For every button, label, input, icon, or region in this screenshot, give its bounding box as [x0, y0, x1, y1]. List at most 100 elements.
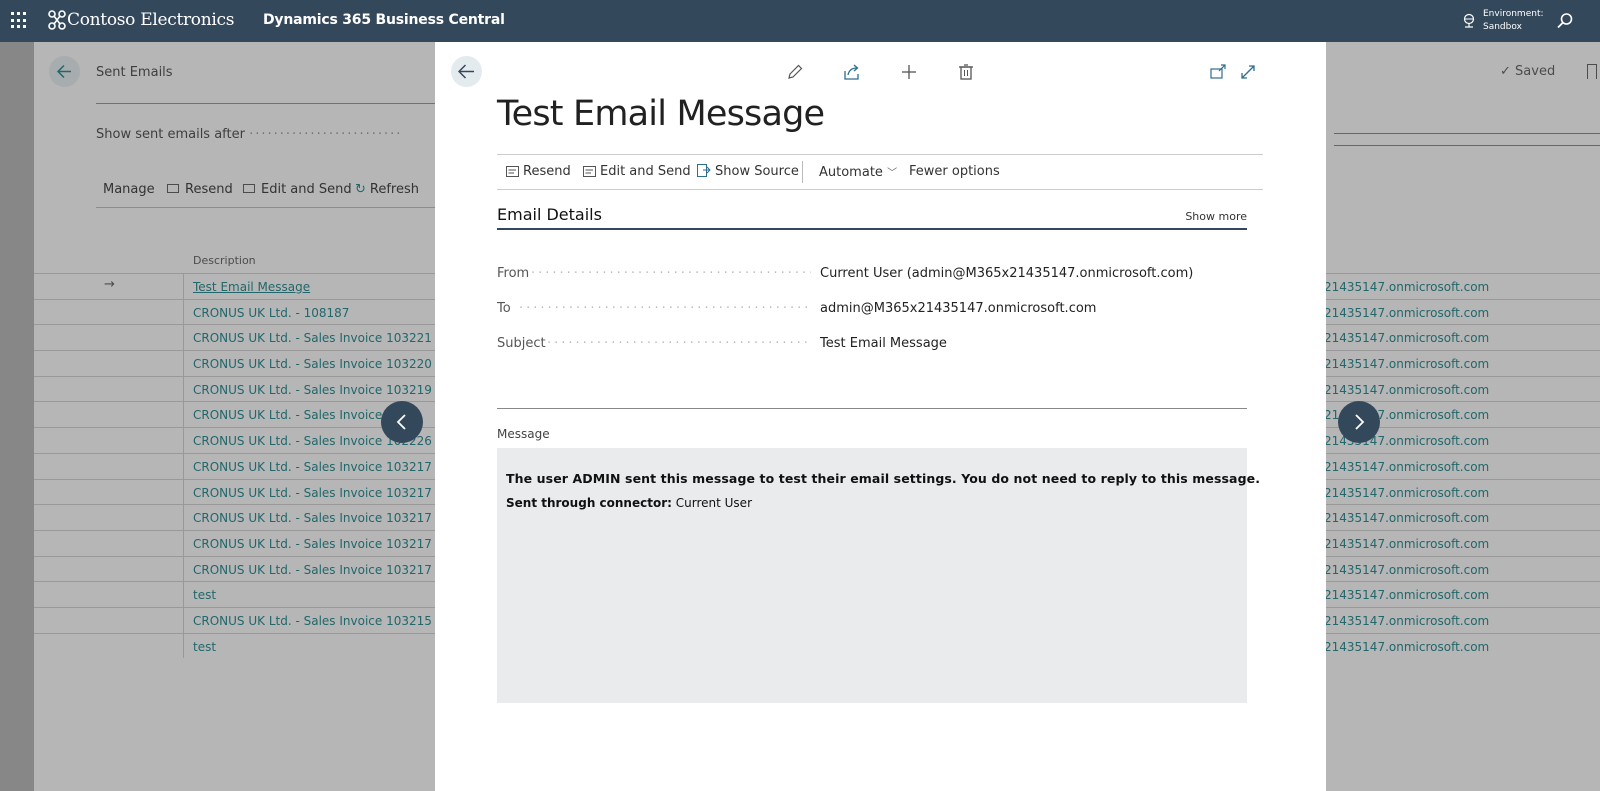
- from-value[interactable]: Current User (admin@M365x21435147.onmicr…: [820, 266, 1193, 281]
- row-description[interactable]: CRONUS UK Ltd. - Sales Invoice 103219: [193, 383, 432, 397]
- row-address[interactable]: 21435147.onmicrosoft.com: [1324, 537, 1489, 551]
- row-description[interactable]: CRONUS UK Ltd. - Sales Invoice 103217: [193, 537, 432, 551]
- row-description[interactable]: CRONUS UK Ltd. - Sales Invoice 103221: [193, 331, 432, 345]
- open-new-window-icon[interactable]: [1209, 63, 1227, 81]
- delete-icon[interactable]: [957, 63, 975, 81]
- resend-button[interactable]: Resend: [506, 164, 571, 179]
- automate-menu[interactable]: Automate ﹀: [819, 164, 897, 180]
- expand-icon[interactable]: [1239, 63, 1257, 81]
- row-divider: [183, 325, 184, 351]
- field-leader: ········································…: [531, 266, 811, 281]
- from-field: From ···································…: [497, 266, 1247, 286]
- search-icon[interactable]: [1556, 12, 1574, 30]
- environment-indicator[interactable]: Environment: Sandbox: [1483, 8, 1544, 34]
- row-address[interactable]: 21435147.onmicrosoft.com: [1324, 460, 1489, 474]
- previous-record-button[interactable]: [381, 401, 423, 443]
- next-record-button[interactable]: [1338, 401, 1380, 443]
- row-divider: [183, 556, 184, 582]
- row-description[interactable]: CRONUS UK Ltd. - Sales Invoice 103217: [193, 460, 432, 474]
- bg-field-line: [1334, 145, 1600, 146]
- row-address[interactable]: 21435147.onmicrosoft.com: [1324, 331, 1489, 345]
- row-description[interactable]: test: [193, 588, 216, 602]
- bg-filter-label: Show sent emails after: [96, 127, 245, 142]
- row-address[interactable]: 21435147.onmicrosoft.com: [1324, 614, 1489, 628]
- bookmark-icon[interactable]: [1587, 64, 1597, 79]
- to-field: To ·····································…: [497, 301, 1247, 321]
- row-address[interactable]: 21435147.onmicrosoft.com: [1324, 357, 1489, 371]
- row-description[interactable]: test: [193, 640, 216, 654]
- bg-action-refresh[interactable]: ↻ Refresh: [355, 182, 419, 197]
- to-label: To: [497, 301, 511, 316]
- row-description[interactable]: CRONUS UK Ltd. - Sales Invoice 1: [193, 408, 394, 422]
- back-button[interactable]: [451, 56, 482, 87]
- new-icon[interactable]: [900, 63, 918, 81]
- chevron-left-icon: [396, 414, 406, 430]
- show-source-button[interactable]: Show Source: [697, 164, 799, 179]
- row-description[interactable]: CRONUS UK Ltd. - Sales Invoice 103217: [193, 486, 432, 500]
- to-value[interactable]: admin@M365x21435147.onmicrosoft.com: [820, 301, 1096, 316]
- row-address[interactable]: 21435147.onmicrosoft.com: [1324, 511, 1489, 525]
- row-description[interactable]: Test Email Message: [193, 280, 310, 294]
- bg-action-manage[interactable]: Manage: [103, 182, 155, 197]
- app-launcher-icon[interactable]: [11, 12, 28, 29]
- chevron-right-icon: [1355, 414, 1365, 430]
- message-body[interactable]: The user ADMIN sent this message to test…: [497, 448, 1260, 703]
- subject-field: Subject ································…: [497, 336, 1247, 356]
- edit-send-icon: [243, 184, 255, 193]
- row-description[interactable]: CRONUS UK Ltd. - Sales Invoice 103217: [193, 511, 432, 525]
- row-description[interactable]: CRONUS UK Ltd. - 108187: [193, 306, 349, 320]
- row-description[interactable]: CRONUS UK Ltd. - Sales Invoice 103215: [193, 614, 432, 628]
- brand-name[interactable]: Contoso Electronics: [67, 10, 234, 30]
- bg-action-edit-send[interactable]: Edit and Send: [243, 182, 352, 197]
- row-divider: [183, 402, 184, 428]
- action-separator: [802, 161, 803, 183]
- back-arrow-icon: [458, 64, 474, 79]
- email-details-section: Email Details Show more: [497, 202, 1247, 230]
- column-header-description[interactable]: Description: [193, 254, 256, 267]
- row-address[interactable]: 21435147.onmicrosoft.com: [1324, 280, 1489, 294]
- field-leader: ········································…: [547, 336, 811, 351]
- connector-label: Sent through connector:: [506, 496, 672, 510]
- bg-action-bar: Manage Resend Edit and Send ↻ Refresh: [96, 178, 436, 208]
- row-address[interactable]: 21435147.onmicrosoft.com: [1324, 306, 1489, 320]
- subject-value[interactable]: Test Email Message: [820, 336, 947, 351]
- bg-field-line: [1334, 133, 1600, 134]
- message-label: Message: [497, 427, 550, 441]
- contoso-logo-icon: [48, 10, 66, 30]
- action-bar: Resend Edit and Send Show Source Automat…: [497, 154, 1263, 190]
- bg-divider: [96, 103, 436, 104]
- edit-icon[interactable]: [786, 63, 804, 81]
- row-address[interactable]: 21435147.onmicrosoft.com: [1324, 486, 1489, 500]
- resend-icon: [506, 166, 519, 177]
- row-divider: [183, 530, 184, 556]
- row-address[interactable]: 21435147.onmicrosoft.com: [1324, 588, 1489, 602]
- share-icon[interactable]: [843, 63, 861, 81]
- row-divider: [183, 505, 184, 530]
- edit-and-send-button[interactable]: Edit and Send: [583, 164, 691, 179]
- row-divider: [183, 479, 184, 505]
- connector-line: Sent through connector: Current User: [506, 496, 752, 510]
- bg-back-button[interactable]: [49, 56, 80, 87]
- subject-label: Subject: [497, 336, 546, 351]
- row-address[interactable]: 21435147.onmicrosoft.com: [1324, 383, 1489, 397]
- bg-action-resend[interactable]: Resend: [167, 182, 233, 197]
- row-divider: [183, 428, 184, 453]
- row-description[interactable]: CRONUS UK Ltd. - Sales Invoice 103220: [193, 357, 432, 371]
- section-title[interactable]: Email Details: [497, 205, 602, 224]
- from-label: From: [497, 266, 530, 281]
- bg-filter-field[interactable]: Show sent emails after ·················…: [96, 127, 402, 142]
- row-divider: [183, 582, 184, 607]
- row-address[interactable]: 21435147.onmicrosoft.com: [1324, 563, 1489, 577]
- email-card: Test Email Message Resend Edit and Send …: [435, 42, 1326, 791]
- show-more-link[interactable]: Show more: [1185, 210, 1247, 223]
- environment-icon: [1463, 13, 1475, 28]
- fewer-options-button[interactable]: Fewer options: [909, 164, 1000, 179]
- environment-label: Environment:: [1483, 9, 1544, 19]
- row-address[interactable]: 21435147.onmicrosoft.com: [1324, 640, 1489, 654]
- bg-filter-leader: ·························: [249, 127, 403, 142]
- row-divider: [183, 376, 184, 402]
- resend-icon: [167, 184, 179, 193]
- row-description[interactable]: CRONUS UK Ltd. - Sales Invoice 103217: [193, 563, 432, 577]
- row-selected-arrow-icon: →: [104, 277, 115, 292]
- bg-page-title: Sent Emails: [96, 65, 173, 80]
